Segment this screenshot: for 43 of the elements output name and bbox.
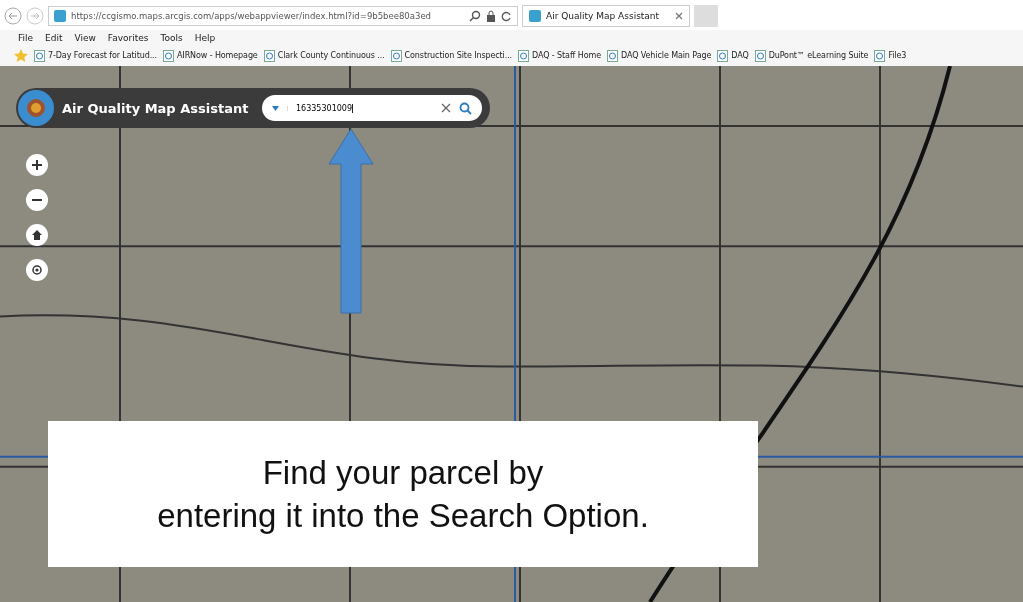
favorite-link[interactable]: DAQ - Staff Home [518,49,601,62]
page-icon [607,49,618,62]
home-icon [31,229,43,241]
search-icon[interactable] [469,10,481,22]
page-icon [390,49,402,62]
instruction-text: Find your parcel by entering it into the Search Option. [48,421,758,567]
app-title: Air Quality Map Assistant [62,100,249,116]
close-icon[interactable] [675,12,683,20]
address-bar[interactable]: https://ccgismo.maps.arcgis.com/apps/webappviewer/index.html?id=9b5bee80a3ed [48,6,518,26]
favorite-link[interactable]: DAQ Vehicle Main Page [607,49,712,62]
page-icon [263,49,275,62]
favorite-link[interactable]: AIRNow - Homepage [163,49,258,62]
plus-icon [31,159,43,171]
search-icon[interactable] [459,101,472,115]
search-field[interactable]: 16335301009 [262,95,482,121]
page-icon [754,49,766,62]
lock-icon [486,10,496,22]
menu-item[interactable]: Edit [45,33,63,43]
favorite-link[interactable]: DAQ [717,49,749,62]
dropdown-icon[interactable] [272,105,279,111]
favorite-link[interactable]: 7-Day Forecast for Latitud... [34,49,157,62]
menu-item[interactable]: Favorites [107,33,149,43]
locate-icon [31,264,43,276]
menu-item[interactable]: File [18,33,34,43]
browser-tab[interactable]: Air Quality Map Assistant [522,5,690,27]
page-icon [717,49,729,62]
page-icon [34,49,45,62]
favorite-link[interactable]: DuPont™ eLearning Suite [754,49,869,62]
favorite-link[interactable]: File3 [874,49,907,62]
favorite-link[interactable]: Construction Site Inspecti... [390,49,513,62]
menu-item[interactable]: Tools [160,33,183,43]
logo-icon [18,90,54,126]
star-icon[interactable] [14,49,28,62]
menu-item[interactable]: Help [194,33,216,43]
page-icon [518,49,530,62]
page-icon [874,49,886,62]
favorite-link[interactable]: Clark County Continuous ... [263,49,385,62]
clear-icon[interactable] [441,103,451,113]
page-icon [163,49,174,62]
refresh-icon[interactable] [501,10,512,22]
site-icon [529,10,541,22]
site-icon [54,10,66,22]
menu-item[interactable]: View [74,33,96,43]
